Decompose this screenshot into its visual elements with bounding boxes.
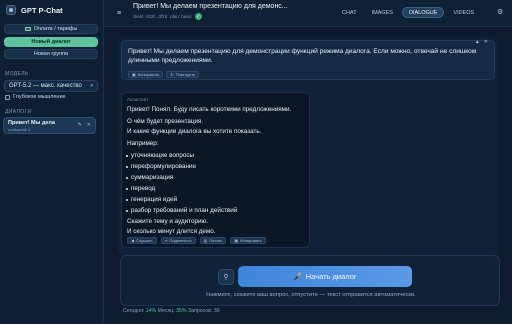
assistant-label: Ассистент <box>127 97 149 102</box>
main-area: ▲ ✕ Привет! Мы делаем презентацию для де… <box>104 27 512 324</box>
model-select-value: GPT-5.2 — макс. качество <box>9 83 82 89</box>
copy-icon: ▣ <box>234 238 239 243</box>
assistant-bullet: разбор требований и план действий <box>125 207 238 214</box>
edit-icon[interactable]: ✎ <box>78 122 82 128</box>
requests-value: 30 <box>213 308 220 314</box>
deep-thinking-label: Глубокое мышление <box>13 94 66 100</box>
menu-button[interactable]: ≡ <box>113 7 125 19</box>
chevron-down-icon: ▾ <box>90 83 93 89</box>
tab-chat[interactable]: CHAT <box>336 7 363 18</box>
tab-dialogue[interactable]: DIALOGUE <box>401 7 445 18</box>
link-icon: ∞ <box>164 238 168 243</box>
dialogs-section-label: ДИАЛОГИ <box>5 109 32 115</box>
composer-hint: Нажмите, скажите ваш вопрос, отпустите —… <box>206 292 416 298</box>
today-value: 14% <box>145 308 157 314</box>
assistant-bullet: перевод <box>125 185 156 192</box>
copy-label: Копировать <box>240 238 262 243</box>
message-nav: ▲ ✕ <box>475 39 488 45</box>
close-icon[interactable]: ✕ <box>87 122 91 128</box>
assistant-actions: ◀ Слушать ∞ Поделиться ▤ Печать ▣ Копировать <box>127 237 266 244</box>
chat-meta: client: d22f...3f18 plan: basic ✓ <box>133 13 202 20</box>
share-label: Поделиться <box>169 238 192 243</box>
repeat-icon: ↻ <box>170 72 174 77</box>
assistant-bullet: уточняющие вопросы <box>125 152 195 159</box>
requests-label: Запросов: <box>188 308 213 314</box>
chat-item-title: Привет! Мы дела <box>8 120 55 126</box>
mode-tabs: CHAT IMAGES DIALOGUE VIDEOS <box>336 7 480 18</box>
logo-icon <box>6 5 16 15</box>
copy-button[interactable]: ▣ Копировать <box>128 71 164 78</box>
deep-thinking-checkbox[interactable] <box>5 94 10 100</box>
today-label: Сегодня: <box>123 308 145 314</box>
printer-icon: ▤ <box>203 238 208 243</box>
attach-button[interactable]: ⚲ <box>218 269 234 285</box>
assistant-line: И сколько минут длится демо. <box>127 228 216 235</box>
top-bar: ≡ Привет! Мы делаем презентацию для демо… <box>104 0 512 27</box>
menu-icon: ≡ <box>116 9 122 17</box>
assistant-bullet: переформулирование <box>126 163 196 170</box>
listen-label: Слушать <box>136 238 153 243</box>
deep-thinking-toggle[interactable]: Глубокое мышление <box>5 94 66 100</box>
month-value: 35% <box>176 308 187 314</box>
listen-button[interactable]: ◀ Слушать <box>127 237 157 244</box>
repeat-label: Повторить <box>175 72 196 77</box>
user-message-text: Привет! Мы делаем презентацию для демонс… <box>128 48 477 64</box>
pay-tariffs-label: Оплата / тарифы <box>33 26 78 32</box>
paperclip-icon: ⚲ <box>223 274 229 281</box>
assistant-line: О чём будет презентация. <box>127 118 204 125</box>
assistant-bullet: суммаризация <box>125 174 174 181</box>
print-button[interactable]: ▤ Печать <box>199 237 227 244</box>
user-message-actions: ▣ Копировать ↻ Повторить <box>128 71 200 78</box>
assistant-line: Привет! Понял. Буду писать короткими пре… <box>127 106 292 113</box>
tab-images[interactable]: IMAGES <box>366 7 399 18</box>
chat-title: Привет! Мы делаем презентацию для демонс… <box>133 3 288 10</box>
message-feed: ▲ ✕ Привет! Мы делаем презентацию для де… <box>118 37 498 255</box>
assistant-message: Ассистент Привет! Понял. Буду писать кор… <box>121 92 310 248</box>
copy-label: Копировать <box>137 72 160 77</box>
user-message: ▲ ✕ Привет! Мы делаем презентацию для де… <box>121 39 495 80</box>
model-select[interactable]: GPT-5.2 — макс. качество ▾ <box>4 80 98 92</box>
month-label: Месяц: <box>157 308 175 314</box>
chat-item-subtitle: сообщений: 4 <box>8 128 31 132</box>
new-dialog-button[interactable]: Новый диалог <box>4 37 98 47</box>
gear-icon[interactable]: ⚙ <box>497 8 503 16</box>
usage-stats: Сегодня: 14% Месяц: 35% Запросов: 30 <box>123 308 220 314</box>
assistant-line: И какие функции диалога вы хотите показа… <box>127 128 262 135</box>
assistant-bullet: генерация идей <box>125 196 178 203</box>
start-dialog-button[interactable]: 🎤 Начать диалог <box>238 266 412 287</box>
voice-composer: ⚲ 🎤 Начать диалог Нажмите, скажите ваш в… <box>120 255 500 306</box>
repeat-button[interactable]: ↻ Повторить <box>166 71 200 78</box>
app-root: GPT P-Chat Оплата / тарифы Новый диалог … <box>0 0 512 324</box>
share-button[interactable]: ∞ Поделиться <box>160 237 196 244</box>
copy-button[interactable]: ▣ Копировать <box>230 237 266 244</box>
app-title: GPT P-Chat <box>21 5 63 15</box>
start-dialog-label: Начать диалог <box>305 272 357 281</box>
logo-row: GPT P-Chat <box>6 5 63 15</box>
copy-icon: ▣ <box>132 72 136 77</box>
print-label: Печать <box>209 238 223 243</box>
chat-list-item[interactable]: Привет! Мы дела сообщений: 4 ✎ ✕ <box>3 117 96 134</box>
microphone-icon: 🎤 <box>293 272 303 281</box>
close-icon[interactable]: ✕ <box>484 39 488 45</box>
card-icon <box>24 27 31 31</box>
tab-videos[interactable]: VIDEOS <box>447 7 480 18</box>
model-section-label: МОДЕЛЬ <box>5 71 29 77</box>
new-group-button[interactable]: Новая группа <box>4 49 98 59</box>
check-icon: ✓ <box>194 13 202 20</box>
speaker-icon: ◀ <box>131 238 135 243</box>
chat-item-actions: ✎ ✕ <box>78 122 91 128</box>
sidebar: GPT P-Chat Оплата / тарифы Новый диалог … <box>0 0 104 324</box>
assistant-line: Например: <box>127 140 159 147</box>
client-id: client: d22f...3f18 <box>133 14 168 19</box>
pay-tariffs-button[interactable]: Оплата / тарифы <box>4 24 98 34</box>
assistant-line: Скажите тему и аудиторию. <box>127 218 208 225</box>
plan-label: plan: basic <box>170 14 192 19</box>
chevron-up-icon[interactable]: ▲ <box>475 39 480 45</box>
